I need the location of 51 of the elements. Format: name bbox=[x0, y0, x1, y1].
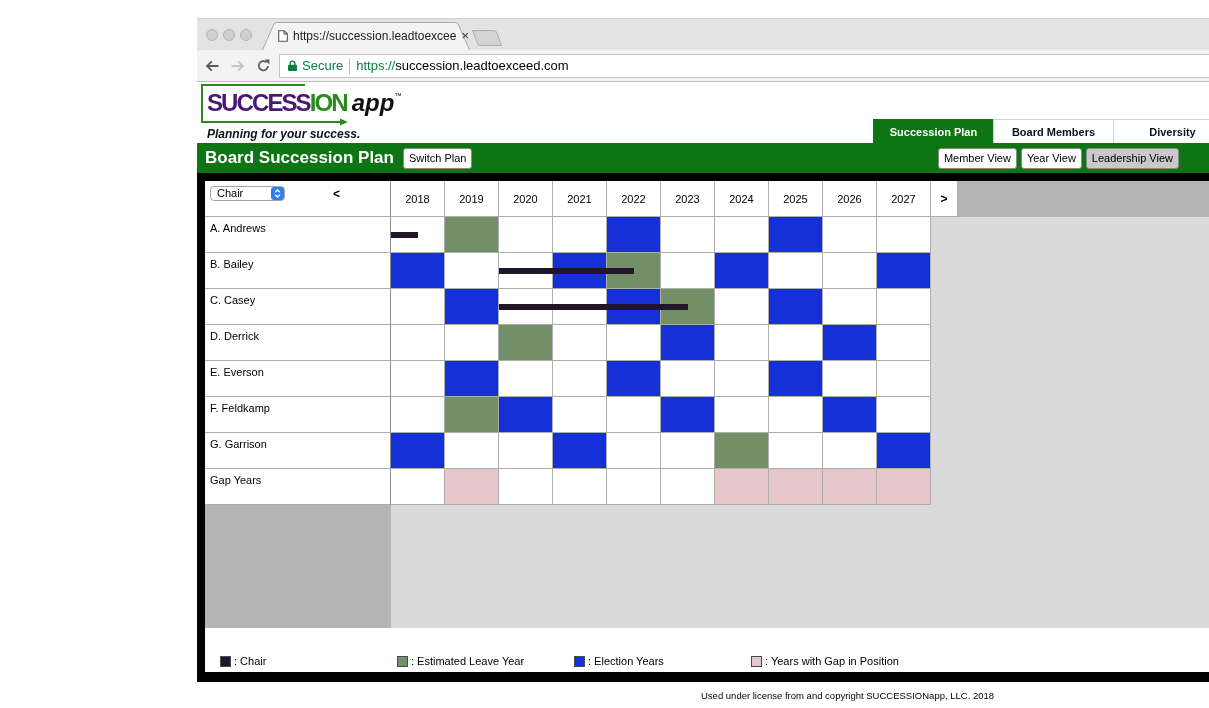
nav-tab[interactable]: Diversity bbox=[1113, 119, 1209, 143]
year-header: 2018 bbox=[391, 181, 445, 217]
window-zoom-icon[interactable] bbox=[240, 29, 252, 41]
plan-title: Board Succession Plan bbox=[205, 148, 394, 168]
legend-label: : Years with Gap in Position bbox=[765, 655, 899, 668]
year-header: 2027 bbox=[877, 181, 931, 217]
member-name-cell: F. Feldkamp bbox=[205, 397, 391, 433]
year-header: 2019 bbox=[445, 181, 499, 217]
reload-icon[interactable] bbox=[257, 59, 270, 72]
lock-icon bbox=[288, 60, 297, 71]
browser-tab[interactable]: https://succession.leadtoexcee × bbox=[262, 22, 470, 50]
legend-label: : Estimated Leave Year bbox=[411, 655, 525, 668]
member-name-cell: D. Derrick bbox=[205, 325, 391, 361]
tagline: Planning for your success. bbox=[207, 127, 361, 142]
new-tab-button[interactable] bbox=[472, 30, 502, 46]
switch-plan-button[interactable]: Switch Plan bbox=[402, 147, 473, 169]
legend-label: : Election Years bbox=[588, 655, 664, 668]
member-name-cell: E. Everson bbox=[205, 361, 391, 397]
copyright-text: Used under license from and copyright SUCCESSIONapp, LLC. 2018 bbox=[701, 690, 995, 701]
previous-years-button[interactable]: < bbox=[333, 188, 340, 200]
member-name-cell: Gap Years bbox=[205, 469, 391, 505]
window-minimize-icon[interactable] bbox=[223, 29, 235, 41]
year-header: 2022 bbox=[607, 181, 661, 217]
tab-title: https://succession.leadtoexcee bbox=[293, 29, 457, 43]
nav-tab[interactable]: Board Members bbox=[993, 119, 1113, 143]
next-years-button[interactable]: > bbox=[931, 181, 958, 217]
year-header: 2023 bbox=[661, 181, 715, 217]
updown-arrows-icon bbox=[271, 187, 284, 200]
position-select[interactable]: Chair bbox=[210, 186, 285, 201]
view-button[interactable]: Year View bbox=[1020, 147, 1082, 169]
address-bar[interactable]: Secure https://succession.leadtoexceed.com bbox=[279, 53, 1209, 78]
page-icon bbox=[278, 30, 288, 42]
back-arrow-icon[interactable] bbox=[205, 59, 219, 72]
window-close-icon[interactable] bbox=[206, 29, 218, 41]
member-name-cell: G. Garrison bbox=[205, 433, 391, 469]
member-name-cell: A. Andrews bbox=[205, 217, 391, 253]
view-button[interactable]: Leadership View bbox=[1085, 147, 1179, 169]
url-text: https://succession.leadtoexceed.com bbox=[356, 58, 569, 73]
app-logo: SUCCESSION app$^{™}$ bbox=[201, 84, 406, 126]
legend-label: : Chair bbox=[234, 655, 267, 668]
secure-label: Secure bbox=[302, 58, 344, 73]
year-header: 2020 bbox=[499, 181, 553, 217]
year-header: 2025 bbox=[769, 181, 823, 217]
member-name-cell: B. Bailey bbox=[205, 253, 391, 289]
year-header: 2024 bbox=[715, 181, 769, 217]
member-name-cell: C. Casey bbox=[205, 289, 391, 325]
tab-close-button[interactable]: × bbox=[461, 29, 470, 43]
year-header: 2026 bbox=[823, 181, 877, 217]
year-header: 2021 bbox=[553, 181, 607, 217]
nav-tab[interactable]: Succession Plan bbox=[873, 119, 993, 143]
view-button[interactable]: Member View bbox=[937, 147, 1017, 169]
